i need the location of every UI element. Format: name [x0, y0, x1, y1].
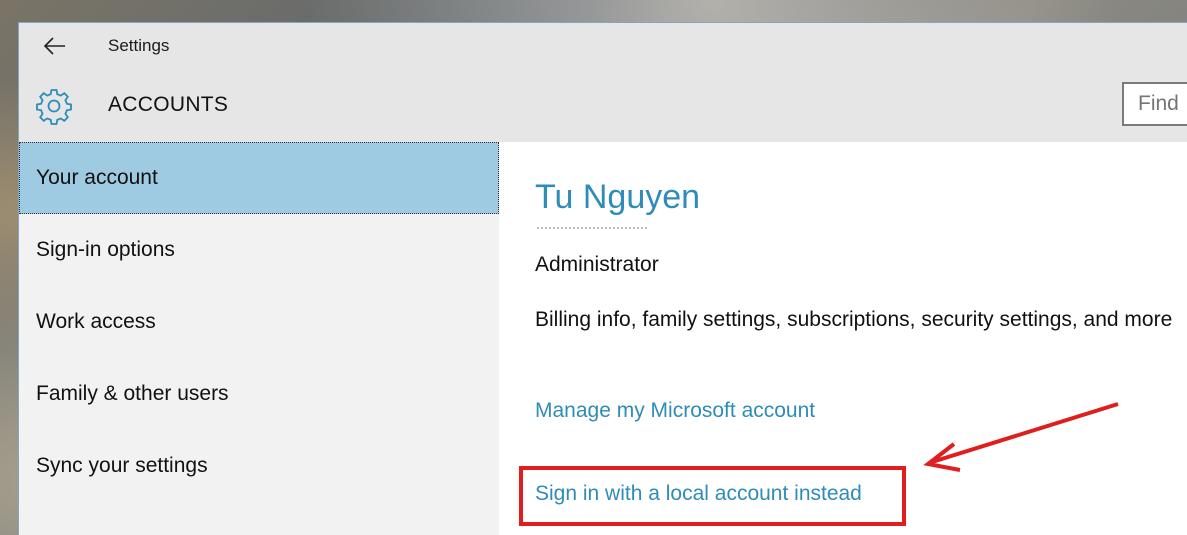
- billing-description: Billing info, family settings, subscript…: [535, 308, 1173, 331]
- gear-icon: [36, 89, 72, 125]
- account-content: Tu Nguyen Administrator Billing info, fa…: [499, 142, 1187, 535]
- search-input[interactable]: [1122, 82, 1187, 126]
- annotation-arrow-icon: [923, 402, 1119, 472]
- manage-account-link[interactable]: Manage my Microsoft account: [535, 399, 815, 423]
- sidebar-item-sync-settings[interactable]: Sync your settings: [19, 430, 499, 502]
- section-title: ACCOUNTS: [108, 93, 229, 116]
- account-role: Administrator: [535, 253, 659, 276]
- local-account-link[interactable]: Sign in with a local account instead: [535, 482, 862, 506]
- sidebar-item-sign-in-options[interactable]: Sign-in options: [19, 214, 499, 286]
- sidebar-item-work-access[interactable]: Work access: [19, 286, 499, 358]
- back-button[interactable]: [39, 33, 69, 59]
- obscured-email: [537, 227, 647, 231]
- sidebar: Your account Sign-in options Work access…: [19, 142, 499, 535]
- page-header: ACCOUNTS: [19, 71, 1187, 142]
- account-name: Tu Nguyen: [535, 178, 701, 216]
- sidebar-item-your-account[interactable]: Your account: [19, 142, 499, 214]
- window-title: Settings: [108, 36, 170, 55]
- back-arrow-icon: [43, 37, 65, 55]
- sidebar-item-family-other-users[interactable]: Family & other users: [19, 358, 499, 430]
- title-bar: Settings: [19, 23, 1187, 71]
